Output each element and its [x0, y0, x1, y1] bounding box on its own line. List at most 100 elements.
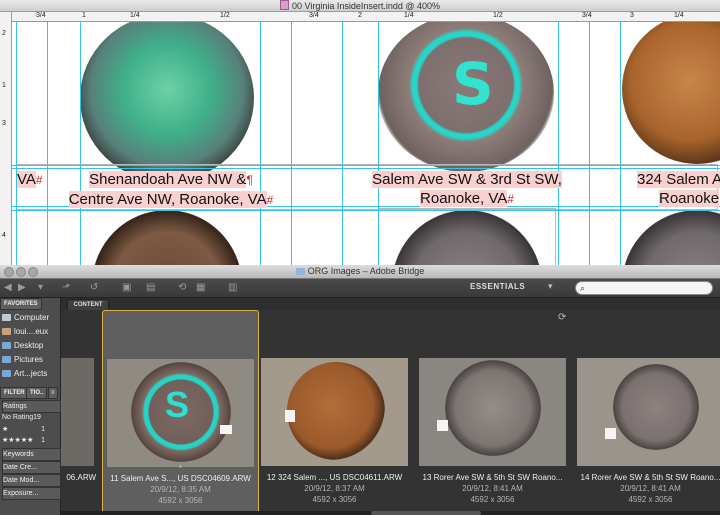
- folder-icon: [2, 356, 11, 363]
- indesign-canvas[interactable]: S VA# Shenandoah Ave NW &¶ Centre Ave NW…: [12, 22, 720, 265]
- manhole-photo-row2-left[interactable]: [92, 210, 242, 265]
- manhole-photo-salem[interactable]: S: [378, 22, 554, 172]
- bridge-window: ORG Images – Adobe Bridge ◀ ▶ ▾ ⬏ ↺ ▣ ▤ …: [0, 265, 720, 515]
- caption-va[interactable]: VA#: [17, 170, 43, 190]
- guide-line[interactable]: [80, 22, 81, 265]
- guide-line[interactable]: [342, 22, 343, 265]
- tab-filter[interactable]: FILTER: [0, 387, 29, 399]
- content-panel[interactable]: ⟳ 06.ARW S • 11 Salem Ave S..., US DSC04…: [61, 310, 720, 515]
- guide-line[interactable]: [260, 22, 261, 265]
- ruler-tick-label: 1/4: [674, 12, 684, 19]
- favorite-pictures[interactable]: Pictures: [2, 353, 59, 366]
- guide-line[interactable]: [16, 22, 17, 265]
- thumbnail-rating[interactable]: •: [103, 464, 258, 471]
- rotate-icon[interactable]: ↺: [90, 282, 98, 293]
- indesign-doc-icon: [279, 0, 289, 10]
- ruler-tick-label: 3: [2, 120, 6, 127]
- thumbnail-item[interactable]: 13 Rorer Ave SW & 5th St SW Roano... 20/…: [415, 310, 570, 515]
- content-scrollbar[interactable]: [61, 511, 720, 515]
- filter-date-created-header[interactable]: Date Cre...: [2, 461, 61, 474]
- thumbnail-image: [577, 358, 720, 466]
- rotate-left-icon[interactable]: ⟲: [178, 282, 186, 293]
- minimize-window-button[interactable]: [16, 267, 26, 277]
- salem-photo-s-mark: S: [452, 50, 494, 118]
- indesign-titlebar[interactable]: 00 Virginia InsideInsert.indd @ 400%: [0, 0, 720, 12]
- tab-favorites[interactable]: FAVORITES: [0, 298, 42, 310]
- filter-keywords-header[interactable]: Keywords: [2, 448, 61, 461]
- favorite-home[interactable]: loui....eux: [2, 325, 59, 338]
- filter-count: 1: [41, 426, 45, 433]
- folder-icon: [2, 370, 11, 377]
- thumbnail-image: [261, 358, 408, 466]
- guide-line[interactable]: [12, 210, 720, 211]
- label-card: [285, 410, 295, 422]
- favorite-computer[interactable]: Computer: [2, 311, 59, 324]
- refine-icon[interactable]: ▤: [146, 282, 155, 293]
- camera-icon[interactable]: ▣: [122, 282, 131, 293]
- go-parent-icon[interactable]: ⬏: [62, 282, 70, 293]
- tab-collections[interactable]: TIO..: [26, 387, 48, 399]
- filter-five-star[interactable]: ★★★★★ 1: [2, 435, 59, 446]
- guide-line[interactable]: [589, 22, 590, 265]
- workspace-dropdown-icon[interactable]: ▾: [548, 281, 553, 292]
- guide-line[interactable]: [558, 22, 559, 265]
- indesign-title: 00 Virginia InsideInsert.indd @ 400%: [291, 1, 441, 11]
- manhole-photo-row2-right[interactable]: [622, 210, 720, 265]
- bridge-titlebar[interactable]: ORG Images – Adobe Bridge: [0, 265, 720, 279]
- manhole-photo-shenandoah[interactable]: [80, 22, 254, 182]
- guide-line[interactable]: [291, 22, 292, 265]
- guide-line[interactable]: [12, 165, 720, 166]
- filter-exposure-header[interactable]: Exposure...: [2, 487, 61, 500]
- vertical-ruler[interactable]: 2 1 3 4: [0, 12, 12, 265]
- panel-menu-icon[interactable]: ≡: [48, 387, 58, 399]
- thumbnail-item[interactable]: 12 324 Salem ..., US DSC04611.ARW 20/9/1…: [257, 310, 412, 515]
- hidden-char-mark: ¶: [246, 173, 253, 187]
- ruler-tick-label: 2: [358, 12, 362, 19]
- recent-folders-icon[interactable]: ▾: [38, 282, 43, 293]
- thumbnail-image: S: [107, 359, 254, 467]
- filter-date-modified-header[interactable]: Date Mod...: [2, 474, 61, 487]
- bridge-toolbar: ◀ ▶ ▾ ⬏ ↺ ▣ ▤ ⟲ ▦ ▥ ESSENTIALS ▾ ⌕: [0, 279, 720, 298]
- caption-line: Shenandoah Ave NW &: [89, 171, 247, 188]
- bridge-title: ORG Images – Adobe Bridge: [307, 266, 425, 276]
- thumbnail-date: 20/9/12, 8:37 AM: [304, 484, 365, 493]
- guide-line[interactable]: [620, 22, 621, 265]
- hidden-char-mark: #: [507, 192, 514, 206]
- zoom-window-button[interactable]: [28, 267, 38, 277]
- scrollbar-thumb[interactable]: [371, 511, 481, 515]
- forward-arrow-icon[interactable]: ▶: [18, 282, 26, 293]
- caption-324-salem[interactable]: 324 Salem A Roanoke: [637, 170, 720, 208]
- ruler-tick-label: 2: [2, 30, 6, 37]
- thumbnail-item[interactable]: 14 Rorer Ave SW & 5th St SW Roano... 20/…: [573, 310, 720, 515]
- open-in-icon[interactable]: ▦: [196, 282, 205, 293]
- close-window-button[interactable]: [4, 267, 14, 277]
- folder-icon: [295, 268, 305, 275]
- thumbnail-image: [419, 358, 566, 466]
- image-frame-row2-mid[interactable]: [378, 208, 556, 265]
- workspace-switcher[interactable]: ESSENTIALS: [470, 282, 525, 291]
- caption-line: VA: [17, 171, 36, 188]
- guide-line[interactable]: [378, 22, 379, 265]
- caption-line: 324 Salem A: [637, 171, 720, 188]
- favorite-label: Computer: [14, 313, 50, 322]
- thumbnail-item[interactable]: 06.ARW: [61, 310, 98, 515]
- thumbnail-date: 20/9/12, 8:35 AM: [150, 485, 211, 494]
- thumbnail-item-selected[interactable]: S • 11 Salem Ave S..., US DSC04609.ARW 2…: [102, 310, 259, 515]
- trash-icon[interactable]: ▥: [228, 282, 237, 293]
- thumbnail-image: [61, 358, 94, 466]
- horizontal-ruler[interactable]: 3/4 1 1/4 1/2 3/4 2 1/4 1/2 3/4 3 1/4: [12, 12, 720, 22]
- caption-line: Salem Ave SW & 3rd St SW,: [372, 171, 562, 188]
- caption-salem[interactable]: Salem Ave SW & 3rd St SW, Roanoke, VA#: [357, 170, 577, 209]
- back-arrow-icon[interactable]: ◀: [4, 282, 12, 293]
- computer-icon: [2, 314, 11, 321]
- filter-no-rating[interactable]: No Rating19: [2, 412, 59, 423]
- star-icon: ★: [2, 426, 9, 433]
- caption-shenandoah[interactable]: Shenandoah Ave NW &¶ Centre Ave NW, Roan…: [66, 170, 276, 210]
- guide-line[interactable]: [12, 168, 720, 169]
- search-input[interactable]: ⌕: [575, 281, 713, 295]
- favorite-desktop[interactable]: Desktop: [2, 339, 59, 352]
- filter-one-star[interactable]: ★ 1: [2, 424, 59, 435]
- favorite-art-projects[interactable]: Art...jects: [2, 367, 59, 380]
- guide-line[interactable]: [47, 22, 48, 265]
- manhole-photo-324-salem[interactable]: [622, 22, 720, 164]
